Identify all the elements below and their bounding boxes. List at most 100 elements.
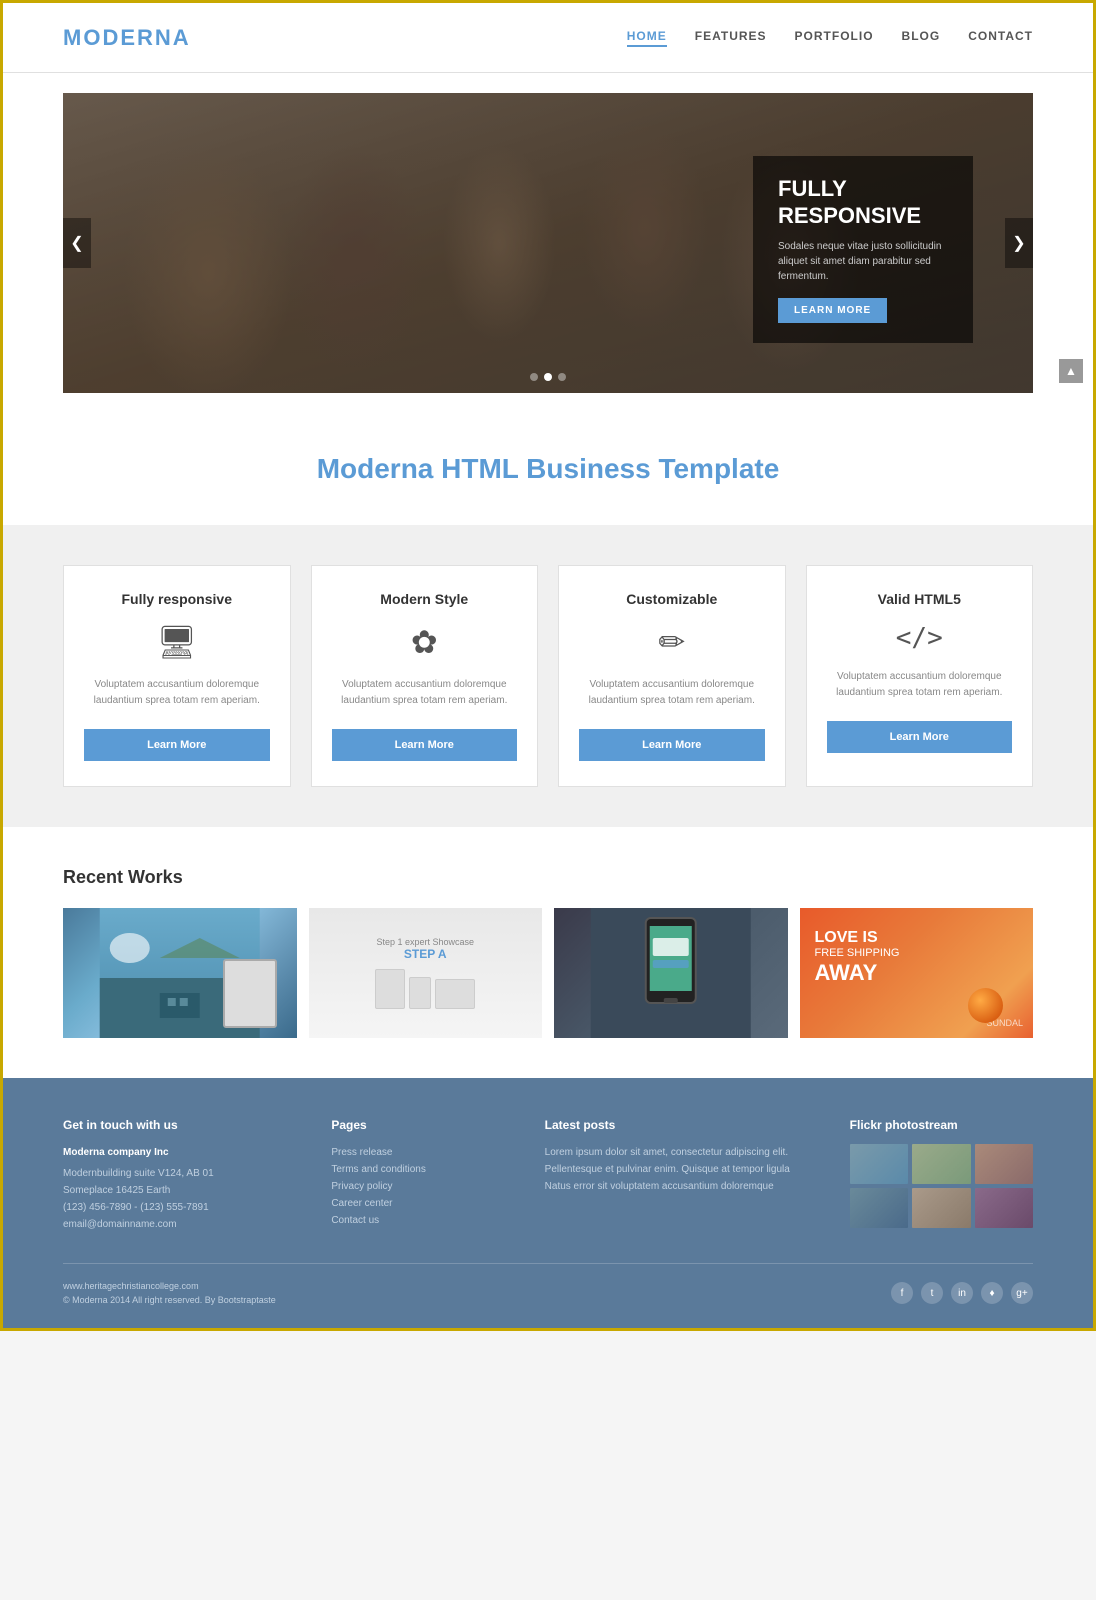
- footer-post-2: Pellentesque et pulvinar enim. Quisque a…: [545, 1161, 820, 1178]
- hero-section: ❮ ❯ FULLY RESPONSIVE Sodales neque vitae…: [3, 73, 1093, 413]
- social-googleplus-icon[interactable]: g+: [1011, 1282, 1033, 1304]
- hero-cta-button[interactable]: LEARN MORE: [778, 298, 887, 323]
- nav-contact[interactable]: CONTACT: [968, 29, 1033, 47]
- flickr-thumb-2[interactable]: [912, 1144, 970, 1184]
- footer-link-privacy[interactable]: Privacy policy: [331, 1178, 514, 1195]
- logo-accent: M: [63, 25, 83, 50]
- footer-link-contact[interactable]: Contact us: [331, 1212, 514, 1229]
- footer-post-1: Lorem ipsum dolor sit amet, consectetur …: [545, 1144, 820, 1161]
- pencil-icon: ✏: [579, 623, 765, 661]
- footer-company-name: Moderna company Inc: [63, 1144, 301, 1161]
- footer-pages-heading: Pages: [331, 1118, 514, 1132]
- recent-works-section: Recent Works: [3, 827, 1093, 1078]
- feature-desc-3: Voluptatem accusantium doloremque laudan…: [579, 677, 765, 709]
- feature-desc-4: Voluptatem accusantium doloremque laudan…: [827, 669, 1013, 701]
- work-item-1[interactable]: [63, 908, 297, 1038]
- slider-prev-button[interactable]: ❮: [63, 218, 91, 268]
- main-nav: HOME FEATURES PORTFOLIO BLOG CONTACT: [627, 29, 1033, 47]
- nav-features[interactable]: FEATURES: [695, 29, 767, 47]
- slider-next-button[interactable]: ❯: [1005, 218, 1033, 268]
- slider-dot-3[interactable]: [558, 373, 566, 381]
- feature-card-4: Valid HTML5 </> Voluptatem accusantium d…: [806, 565, 1034, 787]
- slider-dot-1[interactable]: [530, 373, 538, 381]
- leaf-icon: ✿: [332, 623, 518, 661]
- slider-dots: [530, 373, 566, 381]
- logo[interactable]: MODERNA: [63, 25, 191, 51]
- footer: Get in touch with us Moderna company Inc…: [3, 1078, 1093, 1328]
- footer-posts-heading: Latest posts: [545, 1118, 820, 1132]
- monitor-icon: 🖥: [84, 623, 270, 661]
- footer-contact-heading: Get in touch with us: [63, 1118, 301, 1132]
- hero-description: Sodales neque vitae justo sollicitudin a…: [778, 239, 948, 284]
- social-pinterest-icon[interactable]: ♦: [981, 1282, 1003, 1304]
- work-devices-illustration: [375, 969, 475, 1009]
- feature-desc-2: Voluptatem accusantium doloremque laudan…: [332, 677, 518, 709]
- feature-card-1: Fully responsive 🖥 Voluptatem accusantiu…: [63, 565, 291, 787]
- html5-icon: </>: [827, 623, 1013, 653]
- footer-link-press[interactable]: Press release: [331, 1144, 514, 1161]
- tagline-heading: Moderna HTML Business Template: [63, 453, 1033, 485]
- footer-bottom: www.heritagechristiancollege.com © Moder…: [63, 1263, 1033, 1308]
- footer-copyright: www.heritagechristiancollege.com © Moder…: [63, 1279, 276, 1308]
- works-grid: Step 1 expert Showcase STEP A: [63, 908, 1033, 1038]
- scroll-up-button[interactable]: ▲: [1059, 359, 1083, 383]
- nav-home[interactable]: HOME: [627, 29, 667, 47]
- work-item-3[interactable]: [554, 908, 788, 1038]
- feature-title-4: Valid HTML5: [827, 591, 1013, 607]
- feature-btn-3[interactable]: Learn more: [579, 729, 765, 761]
- footer-pages-col: Pages Press release Terms and conditions…: [331, 1118, 514, 1233]
- hero-text-box: FULLY RESPONSIVE Sodales neque vitae jus…: [753, 156, 973, 343]
- footer-email[interactable]: email@domainname.com: [63, 1216, 301, 1233]
- footer-address: Modernbuilding suite V124, AB 01Someplac…: [63, 1165, 301, 1199]
- flickr-thumb-4[interactable]: [850, 1188, 908, 1228]
- tagline-brand: Moderna: [317, 453, 434, 484]
- slider-dot-2[interactable]: [544, 373, 552, 381]
- feature-title-1: Fully responsive: [84, 591, 270, 607]
- footer-flickr-heading: Flickr photostream: [850, 1118, 1033, 1132]
- work-promo-text: LOVE IS FREE SHIPPING AWAY: [815, 928, 900, 987]
- flickr-thumb-6[interactable]: [975, 1188, 1033, 1228]
- flickr-photo-grid: [850, 1144, 1033, 1228]
- social-twitter-icon[interactable]: t: [921, 1282, 943, 1304]
- footer-posts-col: Latest posts Lorem ipsum dolor sit amet,…: [545, 1118, 820, 1233]
- footer-phone: (123) 456-7890 - (123) 555-7891: [63, 1199, 301, 1216]
- feature-btn-4[interactable]: Learn more: [827, 721, 1013, 753]
- footer-link-terms[interactable]: Terms and conditions: [331, 1161, 514, 1178]
- recent-works-title: Recent Works: [63, 867, 1033, 888]
- flickr-thumb-1[interactable]: [850, 1144, 908, 1184]
- work-item-4[interactable]: LOVE IS FREE SHIPPING AWAY SUNDAL: [800, 908, 1034, 1038]
- work-image-1: [63, 908, 297, 1038]
- feature-btn-2[interactable]: Learn more: [332, 729, 518, 761]
- hero-title: FULLY RESPONSIVE: [778, 176, 948, 229]
- footer-link-career[interactable]: Career center: [331, 1195, 514, 1212]
- footer-contact-col: Get in touch with us Moderna company Inc…: [63, 1118, 301, 1233]
- hero-slider: ❮ ❯ FULLY RESPONSIVE Sodales neque vitae…: [63, 93, 1033, 393]
- feature-btn-1[interactable]: Learn more: [84, 729, 270, 761]
- feature-title-3: Customizable: [579, 591, 765, 607]
- footer-post-3: Natus error sit voluptatem accusantium d…: [545, 1178, 820, 1195]
- features-section: Fully responsive 🖥 Voluptatem accusantiu…: [3, 525, 1093, 827]
- work-image-3: [554, 908, 788, 1038]
- work-step-title: STEP A: [375, 947, 475, 961]
- feature-card-3: Customizable ✏ Voluptatem accusantium do…: [558, 565, 786, 787]
- social-linkedin-icon[interactable]: in: [951, 1282, 973, 1304]
- flickr-thumb-5[interactable]: [912, 1188, 970, 1228]
- work-step-text: Step 1 expert Showcase: [375, 937, 475, 947]
- feature-card-2: Modern Style ✿ Voluptatem accusantium do…: [311, 565, 539, 787]
- features-grid: Fully responsive 🖥 Voluptatem accusantiu…: [63, 565, 1033, 787]
- feature-title-2: Modern Style: [332, 591, 518, 607]
- feature-desc-1: Voluptatem accusantium doloremque laudan…: [84, 677, 270, 709]
- tagline-section: Moderna HTML Business Template: [3, 413, 1093, 525]
- work-showcase-content: Step 1 expert Showcase STEP A: [365, 927, 485, 1019]
- social-facebook-icon[interactable]: f: [891, 1282, 913, 1304]
- social-icons-group: f t in ♦ g+: [891, 1282, 1033, 1304]
- logo-rest: ODERNA: [83, 25, 190, 50]
- nav-portfolio[interactable]: PORTFOLIO: [795, 29, 874, 47]
- work-item-2[interactable]: Step 1 expert Showcase STEP A: [309, 908, 543, 1038]
- tagline-rest: HTML Business Template: [433, 453, 779, 484]
- flickr-thumb-3[interactable]: [975, 1144, 1033, 1184]
- footer-grid: Get in touch with us Moderna company Inc…: [63, 1118, 1033, 1233]
- footer-flickr-col: Flickr photostream: [850, 1118, 1033, 1233]
- nav-blog[interactable]: BLOG: [902, 29, 941, 47]
- header: MODERNA HOME FEATURES PORTFOLIO BLOG CON…: [3, 3, 1093, 73]
